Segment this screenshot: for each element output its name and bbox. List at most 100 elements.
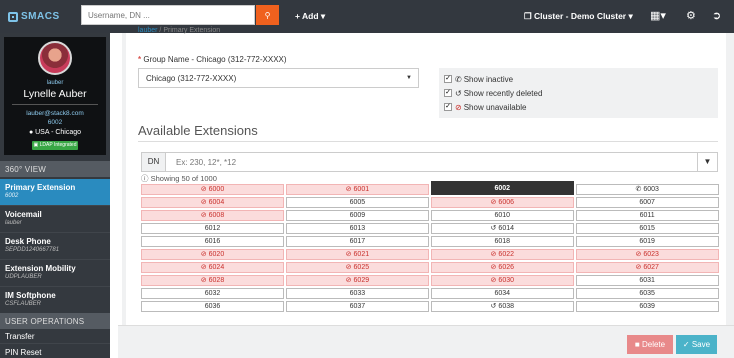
- extension-cell[interactable]: ↺ 6038: [430, 301, 574, 312]
- section-360-view: 360° VIEW: [0, 161, 110, 177]
- extension-cell[interactable]: 6013: [285, 223, 429, 234]
- ban-icon: ⊘: [455, 102, 462, 112]
- save-button[interactable]: ✓ Save: [676, 335, 717, 354]
- profile-username[interactable]: lauber: [4, 80, 106, 86]
- extension-cell[interactable]: ⊘ 6020: [141, 249, 284, 260]
- sidebar-item-transfer[interactable]: Transfer: [0, 329, 110, 344]
- check-icon: ✓: [682, 340, 690, 349]
- extension-cell[interactable]: 6018: [430, 236, 574, 247]
- dn-label: DN: [142, 153, 166, 171]
- extension-cell[interactable]: 6017: [285, 236, 429, 247]
- extension-cell[interactable]: ⊘ 6029: [285, 275, 429, 286]
- extension-cell[interactable]: 6035: [575, 288, 719, 299]
- profile-extension[interactable]: 6002: [4, 119, 106, 126]
- extension-number: 6022: [498, 251, 514, 258]
- ban-icon: ⊘: [200, 186, 207, 193]
- extension-cell[interactable]: 6007: [575, 197, 719, 208]
- group-name-select[interactable]: Chicago (312-772-XXXX) ▼: [138, 68, 419, 88]
- extension-number: 6019: [639, 238, 655, 245]
- sidebar-item-pin-reset[interactable]: PIN Reset: [0, 345, 110, 358]
- extension-cell[interactable]: ⊘ 6022: [430, 249, 574, 260]
- extension-cell[interactable]: 6037: [285, 301, 429, 312]
- extension-cell[interactable]: ⊘ 6028: [141, 275, 284, 286]
- extension-cell[interactable]: 6002: [430, 181, 574, 195]
- extension-cell[interactable]: ⊘ 6023: [575, 249, 719, 260]
- extension-cell[interactable]: ⊘ 6024: [141, 262, 284, 273]
- extension-number: 6011: [639, 212, 655, 219]
- extension-cell[interactable]: 6032: [141, 288, 284, 299]
- sidebar-item-im-softphone[interactable]: IM Softphone CSFLAUBER: [0, 287, 110, 314]
- checkbox-label: Show unavailable: [463, 102, 527, 112]
- checkbox[interactable]: ✓: [444, 103, 452, 111]
- extension-number: 6010: [494, 212, 511, 219]
- sidebar-item-subtitle: UDPLAUBER: [5, 274, 42, 280]
- extension-number: 6007: [639, 199, 655, 206]
- extension-cell[interactable]: ⊘ 6021: [285, 249, 429, 260]
- history-icon: ↺: [455, 88, 462, 98]
- extension-cell[interactable]: 6009: [285, 210, 429, 221]
- extension-cell[interactable]: ⊘ 6027: [575, 262, 719, 273]
- gear-icon[interactable]: ⚙: [686, 9, 696, 22]
- show-unavailable-checkbox[interactable]: ✓ ⊘ Show unavailable: [444, 100, 713, 114]
- extension-cell[interactable]: 6005: [285, 197, 429, 208]
- extension-cell[interactable]: 6036: [141, 301, 284, 312]
- ban-icon: ⊘: [490, 199, 497, 206]
- sidebar: lauber Lynelle Auber lauber@stack8.com 6…: [0, 33, 110, 358]
- extension-cell[interactable]: 6033: [285, 288, 429, 299]
- sidebar-item-desk-phone[interactable]: Desk Phone SEPDD1240667781: [0, 233, 110, 260]
- sidebar-item-extension-mobility[interactable]: Extension Mobility UDPLAUBER: [0, 260, 110, 287]
- sidebar-item-title: Primary Extension: [5, 183, 76, 192]
- ldap-badge-text: LDAP Integrated: [39, 142, 77, 148]
- delete-button[interactable]: ■ Delete: [627, 335, 673, 354]
- show-recently-deleted-checkbox[interactable]: ✓ ↺ Show recently deleted: [444, 86, 713, 100]
- extension-cell[interactable]: 6019: [575, 236, 719, 247]
- info-icon: ⓘ: [141, 174, 149, 183]
- extension-cell[interactable]: ⊘ 6030: [430, 275, 574, 286]
- extension-cell[interactable]: ↺ 6014: [430, 223, 574, 234]
- extension-cell[interactable]: 6011: [575, 210, 719, 221]
- extension-cell[interactable]: 6012: [141, 223, 284, 234]
- extension-cell[interactable]: ⊘ 6000: [141, 184, 284, 195]
- extension-cell[interactable]: ⊘ 6001: [285, 184, 429, 195]
- logo-icon: [8, 11, 18, 22]
- extension-number: 6037: [349, 303, 366, 310]
- smacs-logo[interactable]: SMACS: [0, 11, 68, 22]
- group-name-label-text: Group Name - Chicago (312-772-XXXX): [143, 55, 287, 64]
- sidebar-item-voicemail[interactable]: Voicemail lauber: [0, 206, 110, 233]
- extension-number: 6032: [204, 290, 221, 297]
- checkbox[interactable]: ✓: [444, 75, 452, 83]
- extension-cell[interactable]: 6031: [575, 275, 719, 286]
- extension-cell[interactable]: 6039: [575, 301, 719, 312]
- add-menu[interactable]: + Add ▾: [295, 11, 325, 22]
- extension-cell[interactable]: 6010: [430, 210, 574, 221]
- extension-cell[interactable]: 6034: [430, 288, 574, 299]
- extension-cell[interactable]: ⊘ 6025: [285, 262, 429, 273]
- translate-icon[interactable]: ▦▾: [650, 9, 666, 22]
- filter-icon: ▼: [703, 157, 712, 166]
- extension-cell[interactable]: ⊘ 6006: [430, 197, 574, 208]
- filter-button[interactable]: ▼: [697, 153, 717, 171]
- extension-cell[interactable]: 6016: [141, 236, 284, 247]
- breadcrumb: lauber / Primary Extension: [138, 27, 221, 34]
- search-input[interactable]: [81, 5, 255, 25]
- search-button[interactable]: ⚲: [256, 5, 279, 25]
- show-inactive-checkbox[interactable]: ✓ ✆ Show inactive: [444, 72, 713, 86]
- extension-cell[interactable]: ⊘ 6004: [141, 197, 284, 208]
- extension-number: 6021: [353, 251, 370, 258]
- sign-out-icon[interactable]: ➲: [712, 9, 721, 22]
- cluster-menu[interactable]: ❒ Cluster - Demo Cluster ▾: [524, 11, 633, 22]
- breadcrumb-user-link[interactable]: lauber: [138, 27, 157, 34]
- profile-email[interactable]: lauber@stack8.com: [4, 110, 106, 117]
- history-icon: ↺: [490, 225, 497, 232]
- checkbox[interactable]: ✓: [444, 89, 452, 97]
- sidebar-item-primary-extension[interactable]: Primary Extension 6002: [0, 179, 110, 206]
- sidebar-item-title: IM Softphone: [5, 291, 56, 300]
- extension-number: 6026: [498, 264, 514, 271]
- extension-cell[interactable]: ✆ 6003: [575, 184, 719, 195]
- dn-filter-input[interactable]: [176, 158, 676, 167]
- extension-cell[interactable]: ⊘ 6008: [141, 210, 284, 221]
- extension-cell[interactable]: ⊘ 6026: [430, 262, 574, 273]
- caret-down-icon: ▾: [628, 11, 633, 21]
- extension-cell[interactable]: 6015: [575, 223, 719, 234]
- caret-down-icon: ▼: [406, 75, 412, 81]
